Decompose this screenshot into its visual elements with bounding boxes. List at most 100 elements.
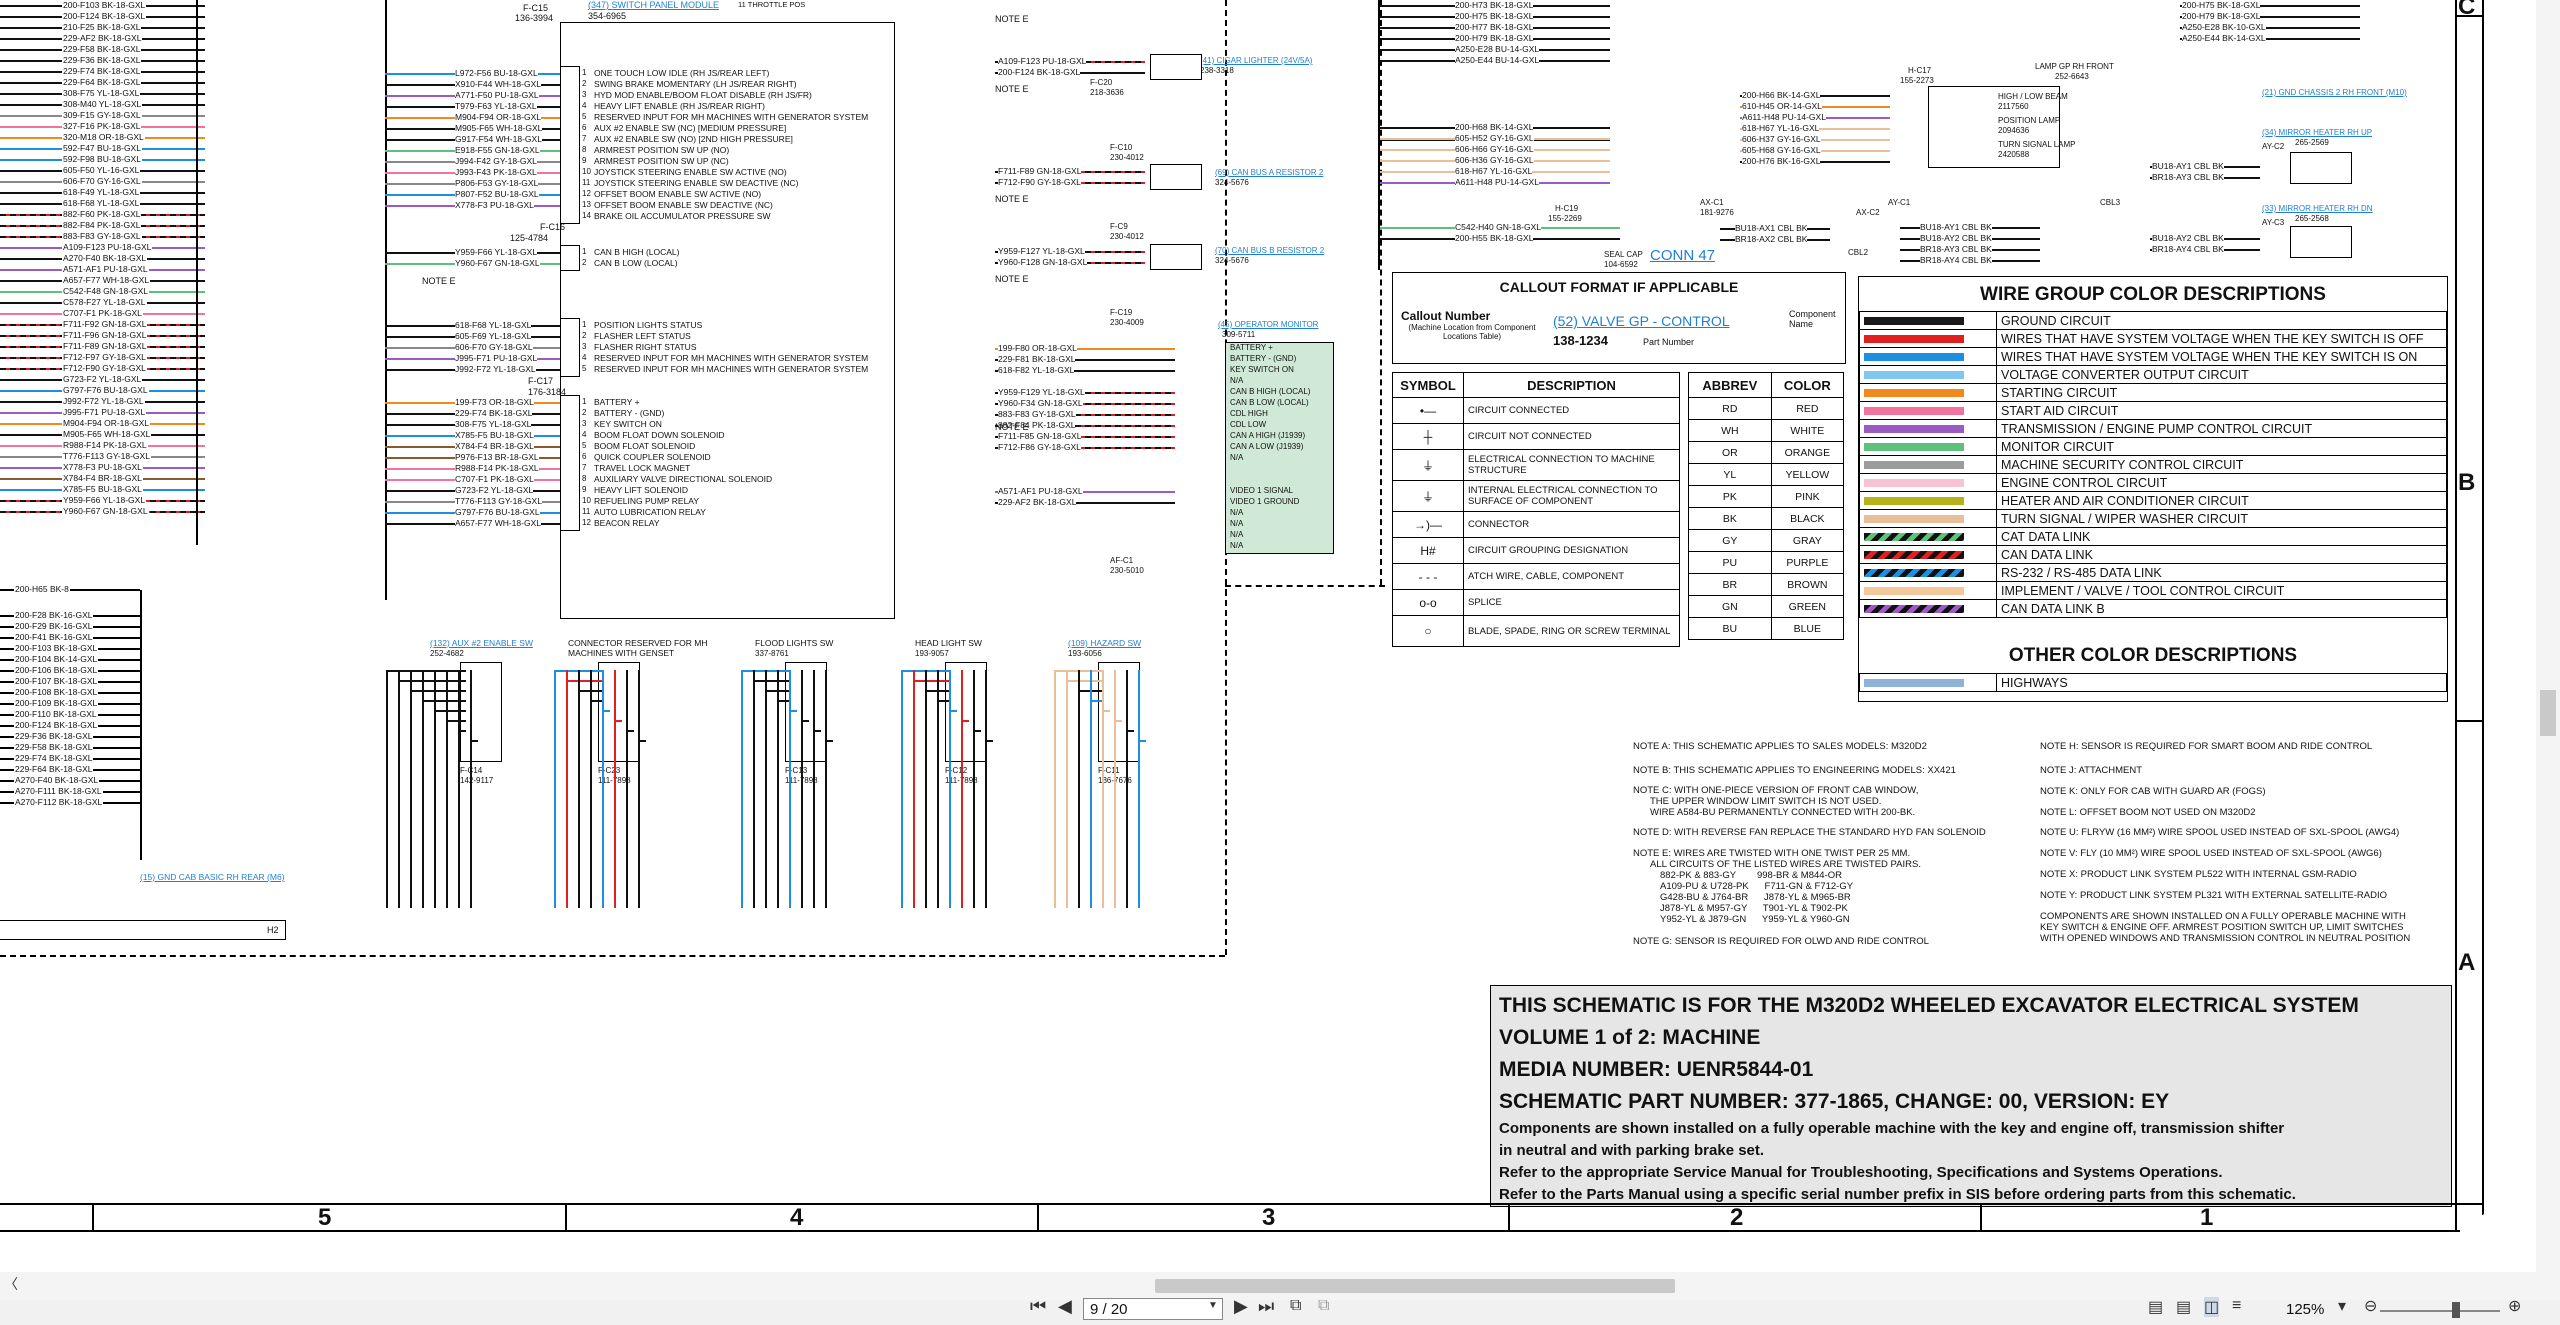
wire-label: A571-AF1 PU-18-GXL [998, 486, 1083, 496]
symbol-desc: CIRCUIT NOT CONNECTED [1463, 423, 1680, 450]
switch-link[interactable]: (109) HAZARD SW [1068, 638, 1141, 648]
switch-wire [386, 670, 388, 908]
circuit-function: ARMREST POSITION SW UP (NC) [594, 156, 729, 166]
page-number-field[interactable]: 9 / 20 [1083, 1298, 1223, 1320]
wire-label: X778-F3 PU-18-GXL [62, 462, 143, 473]
circuit-function: BEACON RELAY [594, 518, 660, 528]
pin-number: 10 [582, 167, 591, 176]
pin-number: 3 [582, 419, 587, 428]
wire-group-swatch [1864, 497, 1964, 506]
abbrev-row: PK PINK [1688, 485, 1845, 508]
switch-panel-pn: 354-6965 [588, 11, 627, 21]
abbrev-color: BROWN [1770, 573, 1845, 596]
wire-label: BR18-AY3 CBL BK [2152, 172, 2224, 182]
switch-wire-h [638, 740, 646, 742]
wire-group-label: RS-232 / RS-485 DATA LINK [1996, 563, 2447, 582]
wire-label: 200-H55 BK-18-GXL [1455, 233, 1534, 243]
component-link[interactable]: (41) CIGAR LIGHTER (24V/5A) [1200, 56, 1312, 66]
ground-wire-row: 200-F107 BK-18-GXL [0, 676, 140, 687]
pin-number: 3 [582, 90, 587, 99]
wire-row: A657-F77 WH-18-GXL [0, 275, 205, 286]
wire-row: 592-F98 BU-18-GXL [0, 154, 205, 165]
fit-width-icon[interactable]: ⧉ [1318, 1297, 1329, 1315]
wire-label: J992-F72 YL-18-GXL [455, 364, 536, 374]
two-page-view-icon[interactable]: ◫ [2204, 1297, 2220, 1317]
fit-page-icon[interactable]: ⧉ [1290, 1297, 1301, 1315]
ground-wire-row: 200-F28 BK-16-GXL [0, 610, 140, 621]
wire-label: G797-F76 BU-18-GXL [455, 507, 540, 517]
wire-label: 200-F124 BK-18-GXL [62, 11, 147, 22]
wire-label: A250-E44 BU-14-GXL [1455, 55, 1540, 65]
wire-group-swatch-cell [1859, 581, 1997, 600]
wire-label: 229-F74 BK-18-GXL [455, 408, 533, 418]
abbrev-color: ORANGE [1770, 441, 1845, 464]
scroll-mode-icon[interactable]: ≡ [2232, 1297, 2241, 1315]
switch-wire-h [913, 680, 951, 682]
switch-wire-h [1066, 680, 1104, 682]
wire-row: A109-F123 PU-18-GXL [0, 242, 205, 253]
pin-number: 5 [582, 441, 587, 450]
zoom-dropdown-icon[interactable]: ▾ [2338, 1296, 2346, 1316]
zoom-slider-track[interactable] [2380, 1310, 2500, 1312]
switch-wire-h [801, 720, 809, 722]
wire-label: 210-F25 BK-18-GXL [62, 22, 142, 33]
gnd-cab-link[interactable]: (15) GND CAB BASIC RH REAR (M6) [140, 872, 285, 882]
zoom-slider-knob[interactable] [2452, 1302, 2460, 1318]
wire-label: X785-F5 BU-18-GXL [62, 484, 143, 495]
circuit-function: BATTERY + [594, 397, 640, 407]
zoom-out-icon[interactable]: ⊖ [2364, 1296, 2377, 1316]
wire-label: X785-F5 BU-18-GXL [455, 430, 534, 440]
wire-group-row: START AID CIRCUIT [1859, 401, 2447, 420]
horizontal-scroll-thumb[interactable] [1155, 1279, 1675, 1293]
wire-group-swatch [1864, 371, 1964, 380]
wire-group-box: WIRE GROUP COLOR DESCRIPTIONS GROUND CIR… [1858, 276, 2448, 702]
wire-label: C542-H40 GN-18-GXL [1455, 222, 1541, 232]
cbl3-label: CBL3 [2100, 198, 2121, 207]
zoom-in-icon[interactable]: ⊕ [2508, 1296, 2521, 1316]
wire-label: C707-F1 PK-18-GXL [455, 474, 534, 484]
switch-wire [434, 670, 436, 908]
hash-icon: H# [1420, 543, 1436, 558]
prev-page-icon[interactable]: ◀ [1058, 1296, 1072, 1317]
switch-wire [410, 670, 412, 908]
switch-link[interactable]: (132) AUX #2 ENABLE SW [430, 638, 533, 648]
symbol-table: SYMBOL DESCRIPTION •— CIRCUIT CONNECTED ┼ C… [1392, 372, 1680, 647]
circuit-function: RESERVED INPUT FOR MH MACHINES WITH GENE… [594, 364, 869, 374]
callout-partnum: Part Number [1643, 337, 1695, 347]
switch-body [1098, 662, 1140, 762]
last-page-icon[interactable]: ⏭ [1258, 1296, 1274, 1317]
wire-group-label: CAN DATA LINK B [1996, 599, 2447, 618]
callout-number-sub: (Machine Location from Component Locatio… [1408, 323, 1536, 341]
monitor-function: N/A [1230, 453, 1244, 462]
next-page-icon[interactable]: ▶ [1234, 1296, 1248, 1317]
first-page-icon[interactable]: ⏮ [1030, 1296, 1046, 1317]
page-dropdown-icon[interactable]: ▼ [1208, 1300, 1218, 1311]
vertical-scrollbar[interactable] [2536, 0, 2560, 1272]
conn47: CONN 47 [1650, 247, 1716, 264]
wire-row: 229-F74 BK-18-GXL [0, 66, 205, 77]
note-line: NOTE V: FLY (10 MM²) WIRE SPOOL USED INS… [2040, 848, 2382, 859]
component-link[interactable]: (70) CAN BUS B RESISTOR 2 [1215, 246, 1324, 256]
continuous-view-icon[interactable]: ▤ [2176, 1297, 2191, 1317]
vertical-scroll-thumb[interactable] [2540, 690, 2556, 736]
zone-row-label: C [2458, 0, 2476, 20]
switch-wire-h [949, 710, 957, 712]
pin-number: 1 [582, 397, 587, 406]
switch-panel-link[interactable]: (347) SWITCH PANEL MODULE [588, 0, 719, 10]
wire-label: 309-F15 GY-18-GXL [62, 110, 142, 121]
wire-label: 200-H75 BK-18-GXL [1455, 11, 1534, 21]
abbrev-table: ABBREV COLOR RD RED WH WHITE OR ORANGE YL YELLO… [1688, 372, 1845, 640]
switch-wire [446, 670, 448, 908]
abbrev-color: YELLOW [1770, 463, 1845, 486]
switch-wire [925, 670, 927, 908]
scroll-left-icon[interactable]: 〈 [4, 1274, 18, 1294]
switch-wire [913, 670, 915, 908]
component-link[interactable]: (69) CAN BUS A RESISTOR 2 [1215, 168, 1323, 178]
single-page-view-icon[interactable]: ▤ [2148, 1297, 2163, 1317]
ground-wire-row: 229-F36 BK-18-GXL [0, 731, 140, 742]
mirror-dn-link: (33) MIRROR HEATER RH DN [2262, 204, 2373, 213]
abbrev-color: RED [1770, 397, 1845, 420]
note-line: NOTE X: PRODUCT LINK SYSTEM PL522 WITH I… [2040, 869, 2357, 880]
title-note: Components are shown installed on a full… [1499, 1120, 2285, 1137]
connector-pn: 230-4012 [1110, 232, 1144, 241]
